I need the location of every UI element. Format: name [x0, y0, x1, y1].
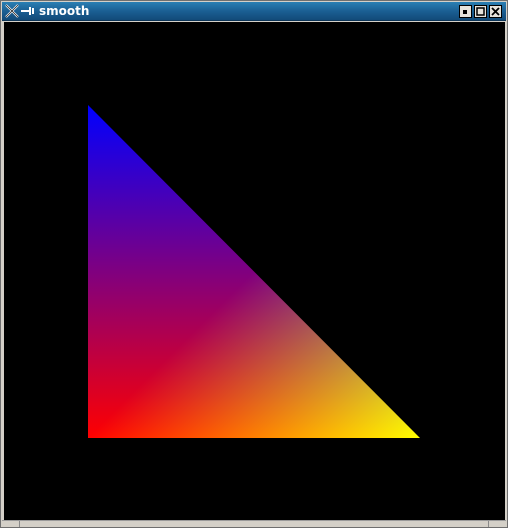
- minimize-icon: [463, 10, 467, 14]
- application-window: smooth: [0, 0, 508, 528]
- close-icon: [491, 7, 500, 16]
- x-window-icon[interactable]: [5, 4, 19, 18]
- window-bottom-border[interactable]: [2, 520, 506, 527]
- opengl-canvas[interactable]: [4, 22, 505, 520]
- title-bar[interactable]: smooth: [2, 2, 506, 21]
- window-title: smooth: [39, 4, 90, 18]
- close-button[interactable]: [489, 5, 502, 18]
- resize-handle-bottom-right[interactable]: [488, 521, 506, 527]
- maximize-icon: [476, 7, 485, 16]
- maximize-button[interactable]: [474, 5, 487, 18]
- triangle-green-layer: [88, 105, 420, 438]
- smooth-shaded-triangle: [88, 105, 420, 438]
- resize-handle-bottom-left[interactable]: [2, 521, 20, 527]
- window-menu-icon[interactable]: [21, 5, 35, 17]
- minimize-button[interactable]: [459, 5, 472, 18]
